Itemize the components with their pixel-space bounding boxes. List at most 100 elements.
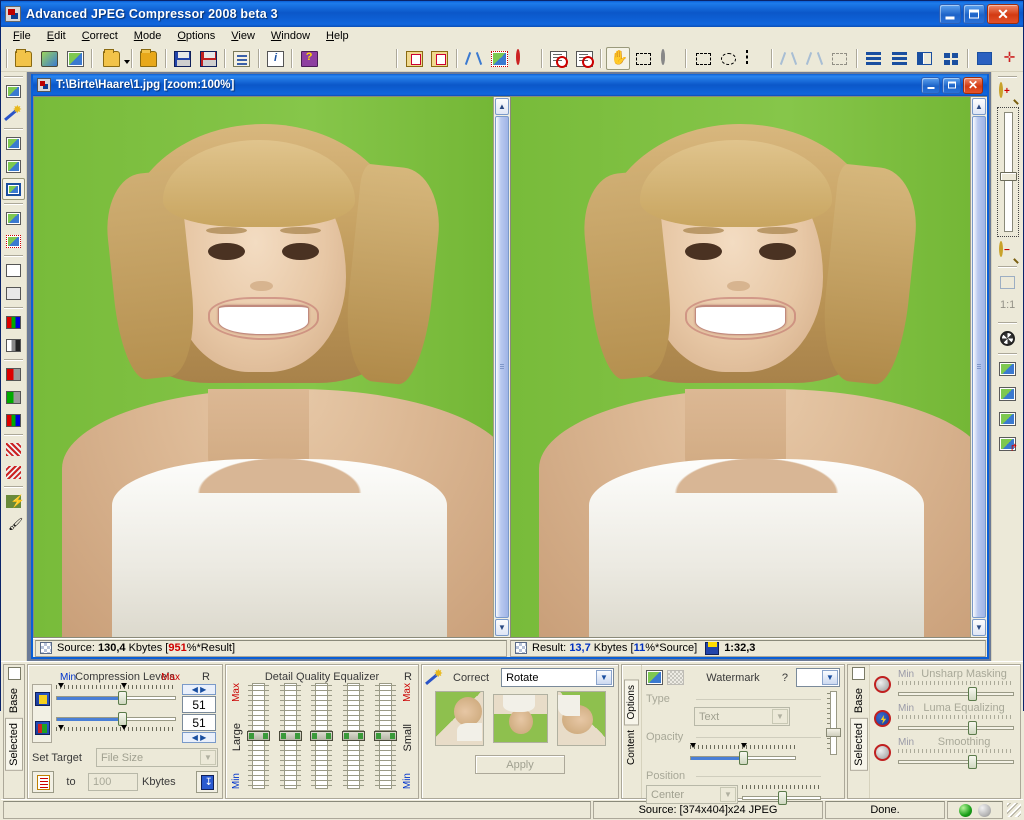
panel-enable-checkbox[interactable] [7,667,21,680]
scroll-up-icon[interactable]: ▲ [972,98,986,115]
menu-options[interactable]: Options [169,28,223,44]
chevron-down-icon[interactable]: ▼ [596,670,612,685]
properties-icon[interactable] [547,47,571,70]
rotate-180-preview[interactable] [492,693,548,743]
grid-red-icon[interactable] [2,438,25,460]
unsharp-slider[interactable] [898,686,1014,701]
zoom-in-icon[interactable]: + [995,80,1021,104]
dropper-icon[interactable]: 🖌 [2,513,25,535]
new-window-icon[interactable] [973,47,997,70]
zoom-slider-thumb[interactable] [999,172,1017,181]
help-book-icon[interactable] [297,47,321,70]
close-button[interactable]: ✕ [987,4,1019,24]
scroll-track[interactable] [972,116,986,618]
correct-wand-icon[interactable] [426,667,443,686]
tile-horizontal-icon[interactable] [887,47,911,70]
scroll-down-icon[interactable]: ▼ [495,619,509,636]
scroll-up-icon[interactable]: ▲ [495,98,509,115]
slider-thumb[interactable] [118,712,128,726]
slider-thumb[interactable] [373,731,397,741]
grayscale-icon[interactable] [2,334,25,356]
slider-thumb[interactable] [777,791,787,805]
watermark-tab-options[interactable]: Options [624,679,639,726]
smoothing-slider[interactable] [898,754,1014,769]
slider-track[interactable] [830,691,837,755]
arrange-icons-icon[interactable] [939,47,963,70]
zoom-slider[interactable] [996,107,1019,237]
slider-thumb[interactable] [247,731,271,741]
refresh-image-icon[interactable] [137,47,161,70]
open-image-icon[interactable] [12,47,36,70]
zoom-1-1-icon[interactable]: 1:1 [995,295,1021,319]
save-image-icon[interactable] [171,47,195,70]
preview-result-icon[interactable] [2,155,25,177]
watermark-opacity-slider[interactable] [690,750,796,765]
target-file-icon[interactable] [32,771,54,793]
rgb-channels-icon[interactable] [2,311,25,333]
minimize-button[interactable] [939,4,961,24]
image-info-icon[interactable] [573,47,597,70]
target-value-input[interactable]: 100 [88,773,138,791]
menu-edit[interactable]: Edit [39,28,74,44]
equalizer-slider-4[interactable] [342,683,366,789]
fit-window-icon[interactable] [995,270,1021,294]
deselect-icon[interactable] [513,47,537,70]
watermark-position-combo[interactable]: Center ▼ [646,785,738,804]
scan-image-icon[interactable] [38,47,62,70]
slider-track[interactable] [898,726,1014,730]
target-type-combo[interactable]: File Size ▼ [96,748,218,767]
watermark-preset-combo[interactable]: ▼ [796,668,840,687]
equalizer-slider-1[interactable] [247,683,271,789]
slider-thumb[interactable] [738,751,748,765]
correct-mode-combo[interactable]: Rotate ▼ [501,668,614,687]
slider-track[interactable] [898,760,1014,764]
paste-icon[interactable] [428,47,452,70]
clear-region-icon[interactable] [828,47,852,70]
apply-button[interactable]: Apply [475,755,565,774]
smoothing-icon[interactable] [874,744,891,761]
ellipse-select-icon[interactable] [717,47,741,70]
menu-correct[interactable]: Correct [74,28,126,44]
chroma-levels-icon[interactable] [34,720,50,735]
channel-r-icon[interactable] [2,363,25,385]
polygon-select-icon[interactable] [743,47,767,70]
luma-spinner[interactable]: ◀ ▶ [182,684,216,695]
batch-icon[interactable] [230,47,254,70]
menu-help[interactable]: Help [318,28,357,44]
source-image-pane[interactable]: ▲ ▼ [33,96,510,638]
rotate-right-preview[interactable] [556,690,606,746]
palette-icon[interactable] [2,259,25,281]
watermark-tab-content[interactable]: Content [625,725,638,770]
correct-wand-icon[interactable] [2,103,25,125]
chevron-down-icon[interactable]: ▼ [200,750,216,765]
screen-capture-icon[interactable] [63,47,87,70]
watermark-help-icon[interactable]: ? [782,672,788,684]
tab-selected[interactable]: Selected [5,718,23,771]
lightning-icon[interactable]: ⚡ [2,490,25,512]
hand-tool-icon[interactable] [606,47,630,70]
equalizer-slider-2[interactable] [278,683,302,789]
tile-vertical-icon[interactable] [913,47,937,70]
select-tool-icon[interactable] [632,47,656,70]
open-folder-icon[interactable] [97,47,130,70]
slider-thumb[interactable] [278,731,302,741]
tab-base[interactable]: Base [5,683,23,718]
center-image-icon[interactable] [998,47,1022,70]
watermark-type-combo[interactable]: Text ▼ [694,707,790,726]
result-image-pane[interactable]: ▲ ▼ [510,96,987,638]
luma-compression-slider[interactable] [56,690,176,705]
luma-value[interactable]: 51 [182,696,216,713]
slider-thumb[interactable] [118,691,128,705]
chevron-down-icon[interactable]: ▼ [772,709,788,724]
channel-g-icon[interactable] [2,386,25,408]
slider-thumb[interactable] [310,731,334,741]
watermark-text-icon[interactable] [667,670,684,685]
crop-icon[interactable] [487,47,511,70]
cascade-windows-icon[interactable] [862,47,886,70]
magic-select-icon[interactable] [658,47,682,70]
slider-thumb[interactable] [342,731,366,741]
thumb-add-icon[interactable]: ↱ [995,432,1021,456]
equalizer-slider-3[interactable] [310,683,334,789]
preview-source-icon[interactable] [2,132,25,154]
source-canvas[interactable] [34,97,493,637]
